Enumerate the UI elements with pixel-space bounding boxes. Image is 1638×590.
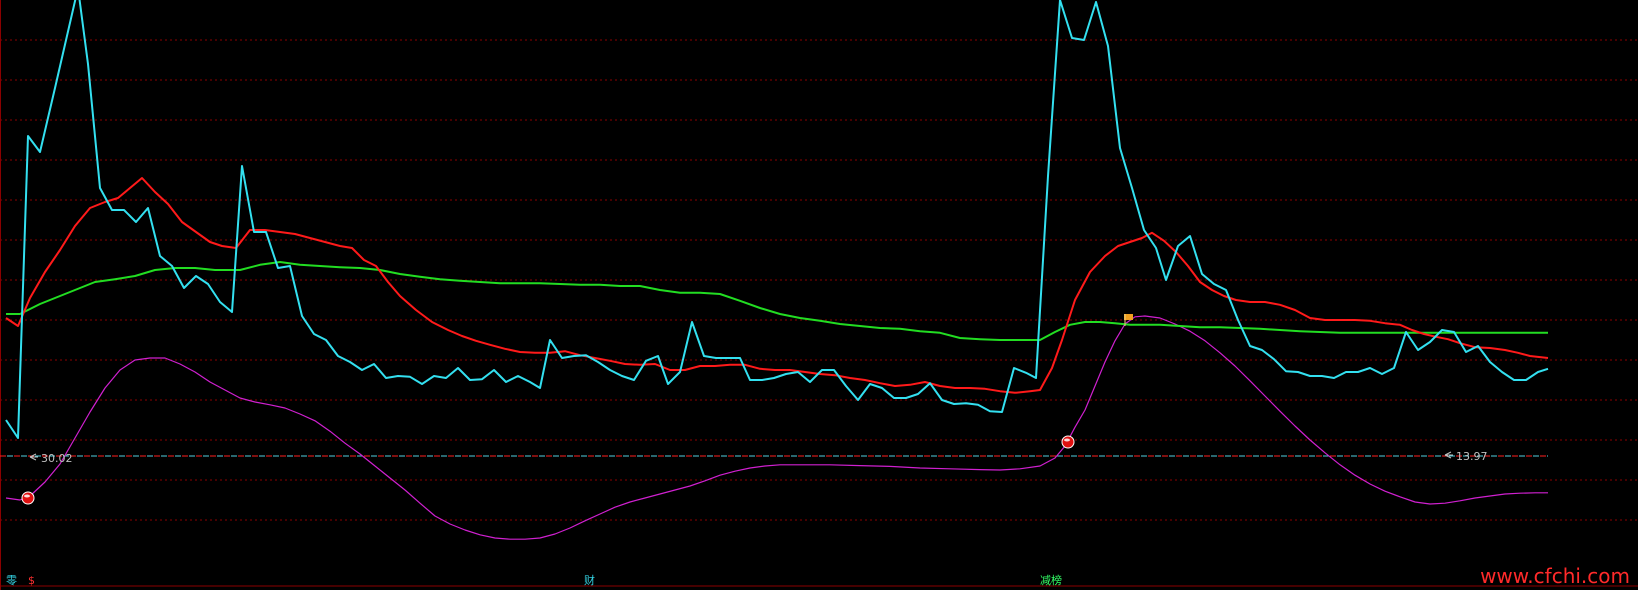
annotation-label: 13.97 bbox=[1456, 450, 1488, 463]
red-ball-signal bbox=[21, 491, 35, 505]
watermark-text: www.cfchi.com bbox=[1480, 564, 1630, 588]
series-lines bbox=[5, 0, 1549, 540]
signal-markers bbox=[21, 314, 1133, 505]
bottom-marker-label: 财 bbox=[584, 573, 595, 587]
annotation-label: 30.02 bbox=[41, 452, 73, 465]
bottom-marker-label: 零 bbox=[6, 574, 17, 587]
line-chart: 30.02 13.97 零 $ 财 减榜 bbox=[0, 0, 1638, 590]
red-ball-signal bbox=[1061, 435, 1075, 449]
bottom-marker-label: $ bbox=[28, 574, 35, 587]
grid-lines bbox=[0, 0, 1638, 590]
series-line-cyan bbox=[5, 0, 1549, 439]
bottom-markers: 零 $ 财 减榜 bbox=[6, 573, 1062, 587]
bottom-marker-label: 减榜 bbox=[1040, 573, 1062, 587]
series-line-magenta bbox=[5, 315, 1548, 540]
annotation-arrow bbox=[1444, 451, 1453, 459]
series-line-red bbox=[5, 177, 1549, 394]
annotations: 30.02 13.97 bbox=[29, 450, 1488, 465]
annotation-arrow bbox=[29, 453, 38, 461]
series-line-green bbox=[6, 261, 1548, 341]
